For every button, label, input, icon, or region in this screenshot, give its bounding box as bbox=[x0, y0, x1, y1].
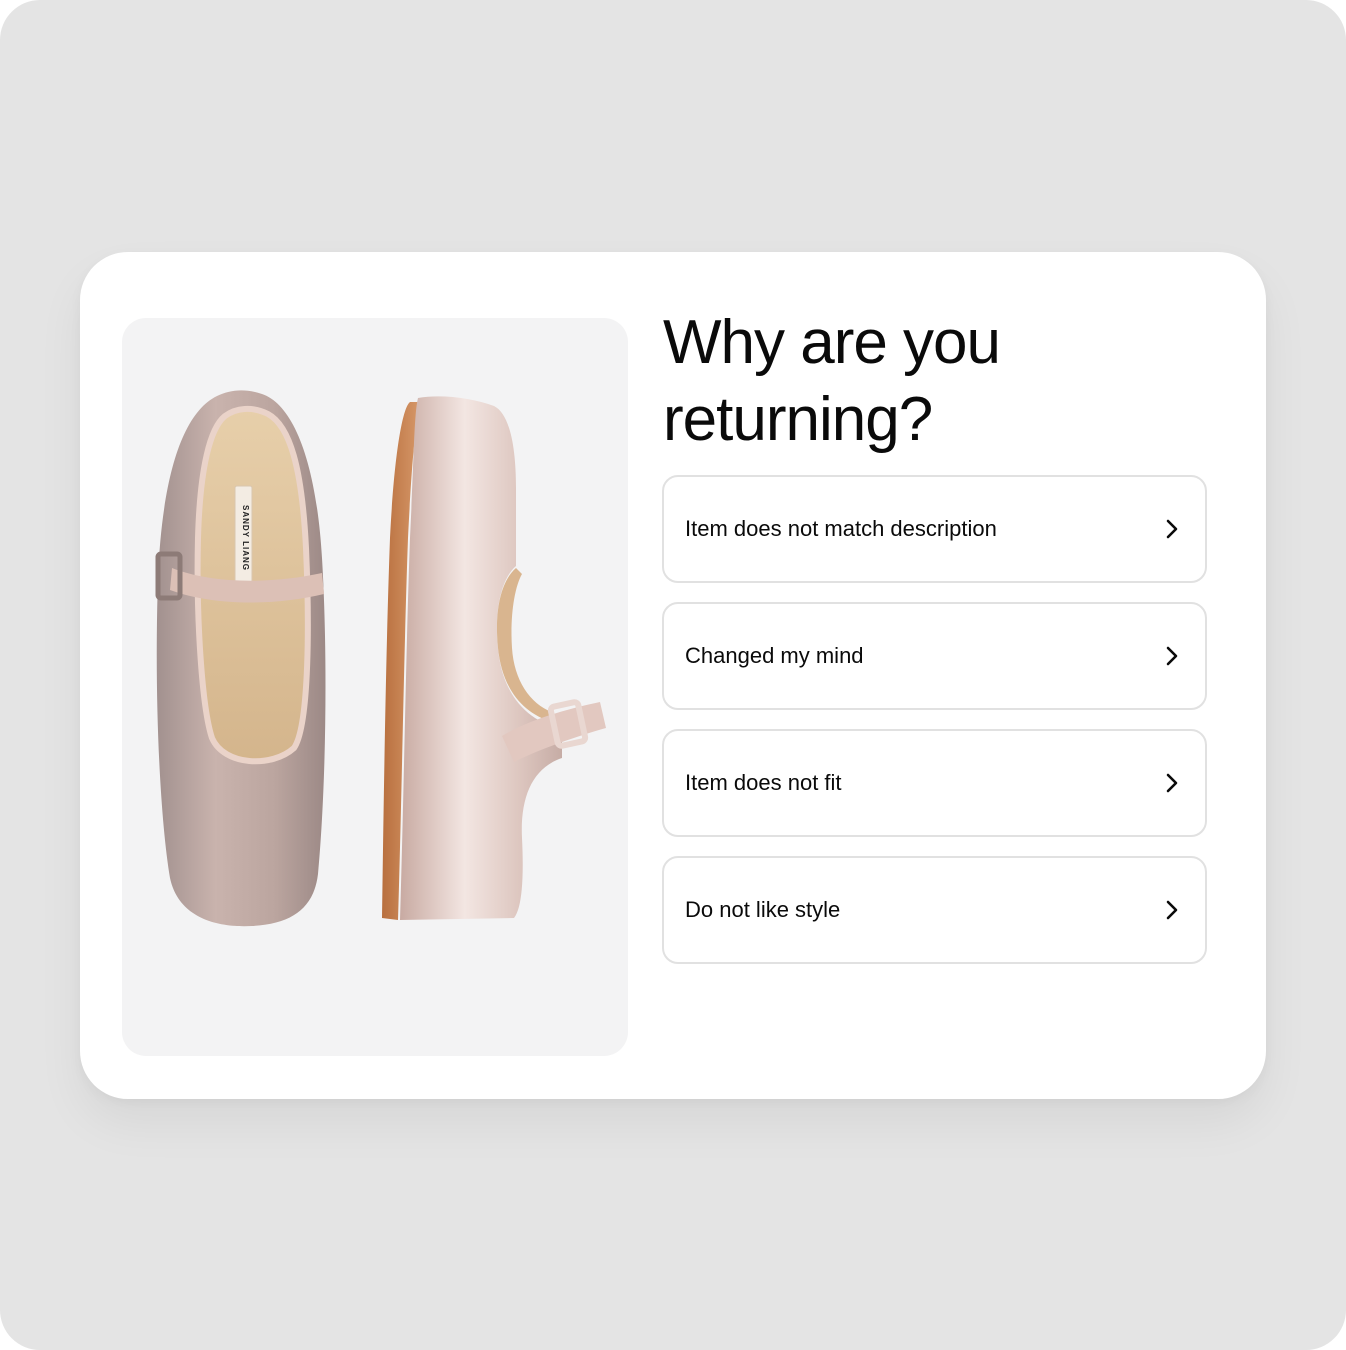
reason-option-does-not-fit[interactable]: Item does not fit bbox=[662, 729, 1207, 837]
product-image: SANDY LIANG bbox=[122, 318, 628, 1056]
chevron-right-icon bbox=[1166, 773, 1178, 793]
insole-brand-label: SANDY LIANG bbox=[241, 505, 250, 571]
page-title: Why are you returning? bbox=[663, 308, 1001, 454]
reason-option-label: Do not like style bbox=[685, 897, 841, 922]
reason-option-label: Item does not fit bbox=[685, 770, 842, 795]
chevron-right-icon bbox=[1166, 900, 1178, 920]
left-shoe-illustration: SANDY LIANG bbox=[155, 390, 326, 927]
reason-option-not-match-description[interactable]: Item does not match description bbox=[662, 475, 1207, 583]
return-reason-card: SANDY LIANG Why are you returning? Item … bbox=[80, 252, 1266, 1099]
page-background: SANDY LIANG Why are you returning? Item … bbox=[0, 0, 1346, 1350]
chevron-right-icon bbox=[1166, 519, 1178, 539]
return-reason-list: Item does not match description Changed … bbox=[662, 475, 1207, 983]
reason-option-dislike-style[interactable]: Do not like style bbox=[662, 856, 1207, 964]
reason-option-changed-mind[interactable]: Changed my mind bbox=[662, 602, 1207, 710]
chevron-right-icon bbox=[1166, 646, 1178, 666]
right-shoe-illustration bbox=[382, 396, 606, 920]
reason-option-label: Changed my mind bbox=[685, 643, 864, 668]
reason-option-label: Item does not match description bbox=[685, 516, 997, 541]
